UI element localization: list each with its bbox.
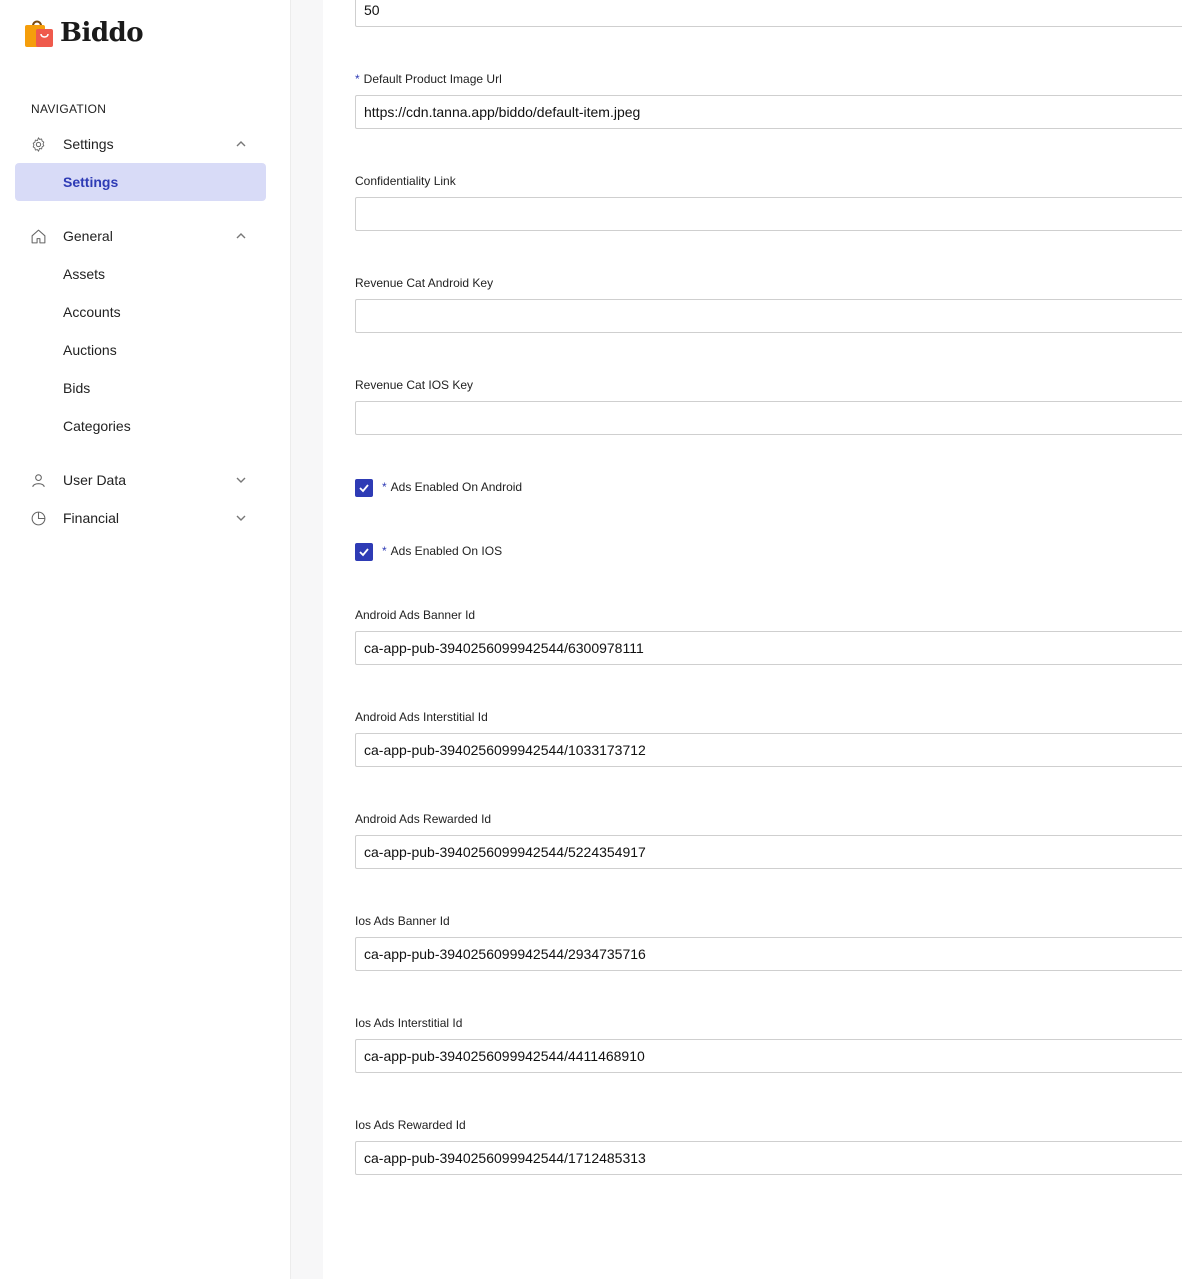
revenue-cat-android-key-input[interactable] (355, 299, 1182, 333)
nav-group-label: User Data (63, 472, 127, 488)
sidebar-item-label: Settings (63, 174, 119, 190)
ios-rewarded-label: Ios Ads Rewarded Id (355, 1118, 466, 1132)
sidebar-item-auctions[interactable]: Auctions (15, 331, 266, 369)
sidebar: Biddo NAVIGATION Settings Settings Gener… (0, 0, 291, 1279)
nav-group-user-data[interactable]: User Data (0, 461, 291, 499)
sidebar-item-label: Categories (63, 418, 131, 434)
ads-ios-checkbox[interactable] (355, 543, 373, 561)
sidebar-item-label: Accounts (63, 304, 121, 320)
android-rewarded-id-input[interactable] (355, 835, 1182, 869)
android-banner-label: Android Ads Banner Id (355, 608, 476, 622)
top-value-input[interactable] (355, 0, 1182, 27)
user-icon (32, 474, 45, 488)
nav-group-settings[interactable]: Settings (0, 125, 291, 163)
checkmark-icon (359, 484, 369, 493)
pie-chart-icon (31, 511, 46, 526)
required-marker: * (355, 72, 360, 86)
default-image-url-input[interactable] (355, 95, 1182, 129)
brand-logo[interactable]: Biddo (22, 16, 144, 50)
chevron-up-icon (236, 141, 246, 147)
ads-android-label: * Ads Enabled On Android (382, 480, 522, 494)
gear-icon (32, 137, 45, 152)
ios-interstitial-id-input[interactable] (355, 1039, 1182, 1073)
sidebar-item-accounts[interactable]: Accounts (15, 293, 266, 331)
ios-rewarded-id-input[interactable] (355, 1141, 1182, 1175)
android-interstitial-id-input[interactable] (355, 733, 1182, 767)
sidebar-item-label: Auctions (63, 342, 117, 358)
required-marker: * (382, 480, 387, 494)
nav-group-financial[interactable]: Financial (0, 499, 291, 537)
confidentiality-label: Confidentiality Link (355, 174, 456, 188)
sidebar-item-label: Bids (63, 380, 91, 396)
android-interstitial-label: Android Ads Interstitial Id (355, 710, 488, 724)
shopping-bag-icon (25, 20, 53, 47)
sidebar-item-label: Assets (63, 266, 106, 282)
nav-heading: NAVIGATION (31, 102, 107, 116)
sidebar-item-categories[interactable]: Categories (15, 407, 266, 445)
chevron-up-icon (236, 233, 246, 239)
nav-group-label: Financial (63, 510, 120, 526)
ads-ios-label-text: Ads Enabled On IOS (390, 544, 503, 558)
confidentiality-link-input[interactable] (355, 197, 1182, 231)
checkmark-icon (359, 548, 369, 557)
required-marker: * (382, 544, 387, 558)
sidebar-item-assets[interactable]: Assets (15, 255, 266, 293)
chevron-down-icon (236, 477, 246, 483)
nav-group-label: General (63, 228, 113, 244)
ios-interstitial-label: Ios Ads Interstitial Id (355, 1016, 463, 1030)
ads-ios-label: * Ads Enabled On IOS (382, 544, 502, 558)
brand-name: Biddo (60, 18, 144, 48)
chevron-down-icon (236, 515, 246, 521)
default-image-label: * Default Product Image Url (355, 72, 502, 86)
nav-group-general[interactable]: General (0, 217, 291, 255)
revenue-cat-ios-label: Revenue Cat IOS Key (355, 378, 474, 392)
sidebar-item-settings[interactable]: Settings (15, 163, 266, 201)
nav-group-label: Settings (63, 136, 114, 152)
android-rewarded-label: Android Ads Rewarded Id (355, 812, 492, 826)
ads-android-checkbox[interactable] (355, 479, 373, 497)
android-banner-id-input[interactable] (355, 631, 1182, 665)
revenue-cat-ios-key-input[interactable] (355, 401, 1182, 435)
ios-banner-id-input[interactable] (355, 937, 1182, 971)
ios-banner-label: Ios Ads Banner Id (355, 914, 450, 928)
ads-android-label-text: Ads Enabled On Android (390, 480, 523, 494)
home-icon (31, 229, 46, 244)
content-gutter (291, 0, 323, 1279)
default-image-label-text: Default Product Image Url (363, 72, 502, 86)
sidebar-item-bids[interactable]: Bids (15, 369, 266, 407)
revenue-cat-android-label: Revenue Cat Android Key (355, 276, 494, 290)
